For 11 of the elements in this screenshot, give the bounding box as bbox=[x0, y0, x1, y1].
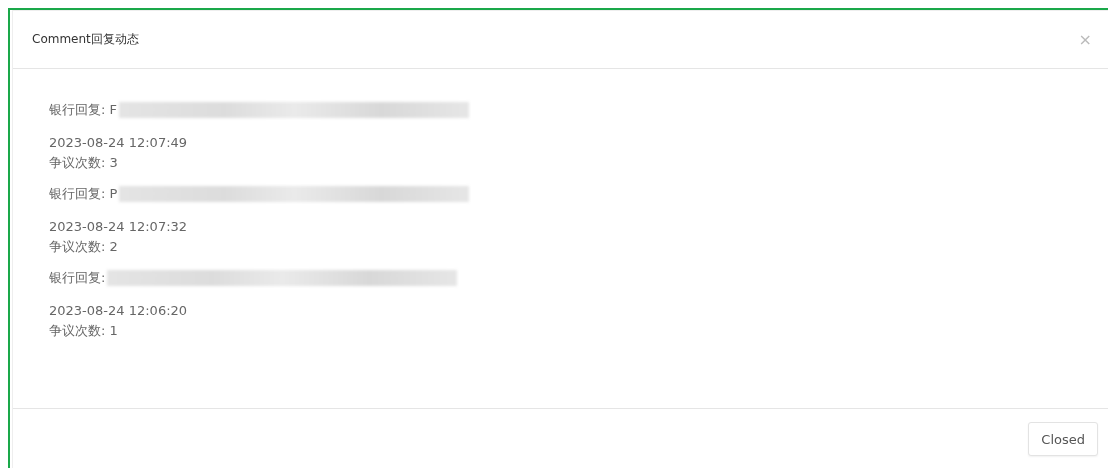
reply-time: 2023-08-24 12:07:32 bbox=[49, 219, 188, 234]
reply-time: 2023-08-24 12:07:49 bbox=[49, 135, 188, 150]
close-dialog-button[interactable]: Closed bbox=[1028, 422, 1098, 456]
reply-label: 银行回复: P bbox=[49, 185, 118, 203]
dialog-title: Comment回复动态 bbox=[32, 31, 139, 48]
reply-time: 2023-08-24 12:06:20 bbox=[49, 303, 188, 318]
reply-label: 银行回复: bbox=[49, 269, 106, 287]
reply-label: 银行回复: F bbox=[49, 101, 117, 119]
dispute-count: 争议次数: 2 bbox=[49, 239, 118, 254]
dispute-count: 争议次数: 3 bbox=[49, 155, 118, 170]
dispute-count: 争议次数: 1 bbox=[49, 323, 118, 338]
